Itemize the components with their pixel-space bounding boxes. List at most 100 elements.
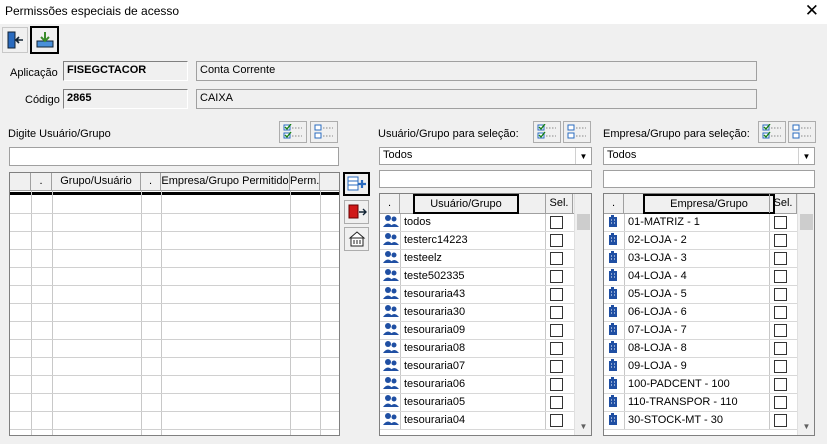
user-check-all-button[interactable] xyxy=(533,121,561,143)
list-item[interactable]: tesouraria06 xyxy=(380,376,574,394)
list-item-label: tesouraria08 xyxy=(404,342,466,354)
scroll-thumb[interactable] xyxy=(577,214,590,230)
user-group-icon xyxy=(383,250,399,267)
user-filter-select[interactable]: Todos ▼ xyxy=(379,147,592,165)
list-item[interactable]: 06-LOJA - 6 xyxy=(604,304,797,322)
chevron-down-icon[interactable]: ▼ xyxy=(575,148,591,164)
company-uncheck-all-button[interactable] xyxy=(788,121,816,143)
scroll-down-icon[interactable]: ▼ xyxy=(798,418,814,435)
select-checkbox[interactable] xyxy=(550,234,563,247)
col-grupo-usuario[interactable]: Grupo/Usuário xyxy=(52,173,141,190)
select-checkbox[interactable] xyxy=(774,234,787,247)
select-checkbox[interactable] xyxy=(550,252,563,265)
scroll-up-icon[interactable] xyxy=(575,194,591,211)
user-selection-grid[interactable]: . Usuário/Grupo Sel. todos testerc14223 te… xyxy=(379,193,592,436)
user-uncheck-all-button[interactable] xyxy=(563,121,591,143)
select-checkbox[interactable] xyxy=(774,306,787,319)
col-empresa-grupo-permitido[interactable]: Empresa/Grupo Permitido xyxy=(161,173,290,190)
user-group-search-input[interactable] xyxy=(9,147,339,166)
list-item[interactable]: 09-LOJA - 9 xyxy=(604,358,797,376)
user-search-input[interactable] xyxy=(379,170,592,188)
select-checkbox[interactable] xyxy=(550,306,563,319)
list-item[interactable]: teste502335 xyxy=(380,268,574,286)
uncheck-all-icon xyxy=(314,124,333,139)
user-col-usuario-grupo[interactable]: Usuário/Grupo xyxy=(413,194,519,214)
list-item-label: testeelz xyxy=(404,252,442,264)
left-uncheck-all-button[interactable] xyxy=(310,121,338,143)
list-item-label: 09-LOJA - 9 xyxy=(628,360,687,372)
scroll-down-icon[interactable]: ▼ xyxy=(575,418,591,435)
select-checkbox[interactable] xyxy=(774,288,787,301)
company-check-all-button[interactable] xyxy=(758,121,786,143)
list-item[interactable]: 03-LOJA - 3 xyxy=(604,250,797,268)
select-checkbox[interactable] xyxy=(550,396,563,409)
list-item-label: 02-LOJA - 2 xyxy=(628,234,687,246)
save-button[interactable] xyxy=(30,26,59,54)
list-item[interactable]: 100-PADCENT - 100 xyxy=(604,376,797,394)
select-checkbox[interactable] xyxy=(550,288,563,301)
list-item[interactable]: 05-LOJA - 5 xyxy=(604,286,797,304)
list-item[interactable]: tesouraria09 xyxy=(380,322,574,340)
list-item[interactable]: tesouraria07 xyxy=(380,358,574,376)
exit-door-icon xyxy=(7,31,23,49)
list-item[interactable]: testeelz xyxy=(380,250,574,268)
select-checkbox[interactable] xyxy=(550,342,563,355)
select-checkbox[interactable] xyxy=(774,342,787,355)
list-item[interactable]: todos xyxy=(380,214,574,232)
col-perm[interactable]: Perm. xyxy=(290,173,320,190)
company-building-icon xyxy=(607,268,623,285)
user-group-icon xyxy=(383,394,399,411)
select-checkbox[interactable] xyxy=(550,414,563,427)
list-item-label: teste502335 xyxy=(404,270,465,282)
list-item[interactable]: 07-LOJA - 7 xyxy=(604,322,797,340)
left-check-all-button[interactable] xyxy=(279,121,307,143)
scroll-up-icon[interactable] xyxy=(798,194,814,211)
aplicacao-label: Aplicação xyxy=(10,67,58,79)
company-filter-select[interactable]: Todos ▼ xyxy=(603,147,815,165)
company-col-empresa-grupo[interactable]: Empresa/Grupo xyxy=(643,194,775,214)
remove-permission-button[interactable] xyxy=(344,200,369,224)
select-checkbox[interactable] xyxy=(550,324,563,337)
list-item[interactable]: 04-LOJA - 4 xyxy=(604,268,797,286)
company-col-sel[interactable]: Sel. xyxy=(769,194,797,213)
list-item[interactable]: 30-STOCK-MT - 30 xyxy=(604,412,797,430)
list-item[interactable]: 01-MATRIZ - 1 xyxy=(604,214,797,232)
list-item-label: 04-LOJA - 4 xyxy=(628,270,687,282)
list-item[interactable]: tesouraria08 xyxy=(380,340,574,358)
select-checkbox[interactable] xyxy=(774,324,787,337)
list-item[interactable]: tesouraria04 xyxy=(380,412,574,430)
exit-button[interactable] xyxy=(2,27,28,53)
select-checkbox[interactable] xyxy=(550,360,563,373)
company-selection-grid[interactable]: . Empresa/Grupo Sel. 01-MATRIZ - 1 02-LOJ… xyxy=(603,193,815,436)
user-grid-scrollbar[interactable]: ▼ xyxy=(574,194,591,435)
chevron-down-icon[interactable]: ▼ xyxy=(798,148,814,164)
list-item[interactable]: tesouraria05 xyxy=(380,394,574,412)
select-checkbox[interactable] xyxy=(774,396,787,409)
select-checkbox[interactable] xyxy=(774,360,787,373)
close-icon[interactable]: ✕ xyxy=(805,1,819,21)
select-checkbox[interactable] xyxy=(774,216,787,229)
list-item[interactable]: 110-TRANSPOR - 110 xyxy=(604,394,797,412)
scroll-thumb[interactable] xyxy=(800,214,813,230)
select-checkbox[interactable] xyxy=(550,216,563,229)
select-checkbox[interactable] xyxy=(550,378,563,391)
company-grid-scrollbar[interactable]: ▼ xyxy=(797,194,814,435)
company-search-input[interactable] xyxy=(603,170,815,188)
user-col-sel[interactable]: Sel. xyxy=(545,194,573,213)
list-item-label: todos xyxy=(404,216,431,228)
building-action-button[interactable] xyxy=(344,227,369,251)
select-checkbox[interactable] xyxy=(550,270,563,283)
list-item[interactable]: 08-LOJA - 8 xyxy=(604,340,797,358)
add-permission-button[interactable] xyxy=(343,172,370,196)
list-item[interactable]: testerc14223 xyxy=(380,232,574,250)
select-checkbox[interactable] xyxy=(774,270,787,283)
list-item-label: 05-LOJA - 5 xyxy=(628,288,687,300)
list-item[interactable]: tesouraria30 xyxy=(380,304,574,322)
select-checkbox[interactable] xyxy=(774,252,787,265)
list-item[interactable]: 02-LOJA - 2 xyxy=(604,232,797,250)
select-checkbox[interactable] xyxy=(774,378,787,391)
select-checkbox[interactable] xyxy=(774,414,787,427)
list-item[interactable]: tesouraria43 xyxy=(380,286,574,304)
permissions-grid[interactable]: . Grupo/Usuário . Empresa/Grupo Permitid… xyxy=(9,172,340,436)
list-item-label: 07-LOJA - 7 xyxy=(628,324,687,336)
